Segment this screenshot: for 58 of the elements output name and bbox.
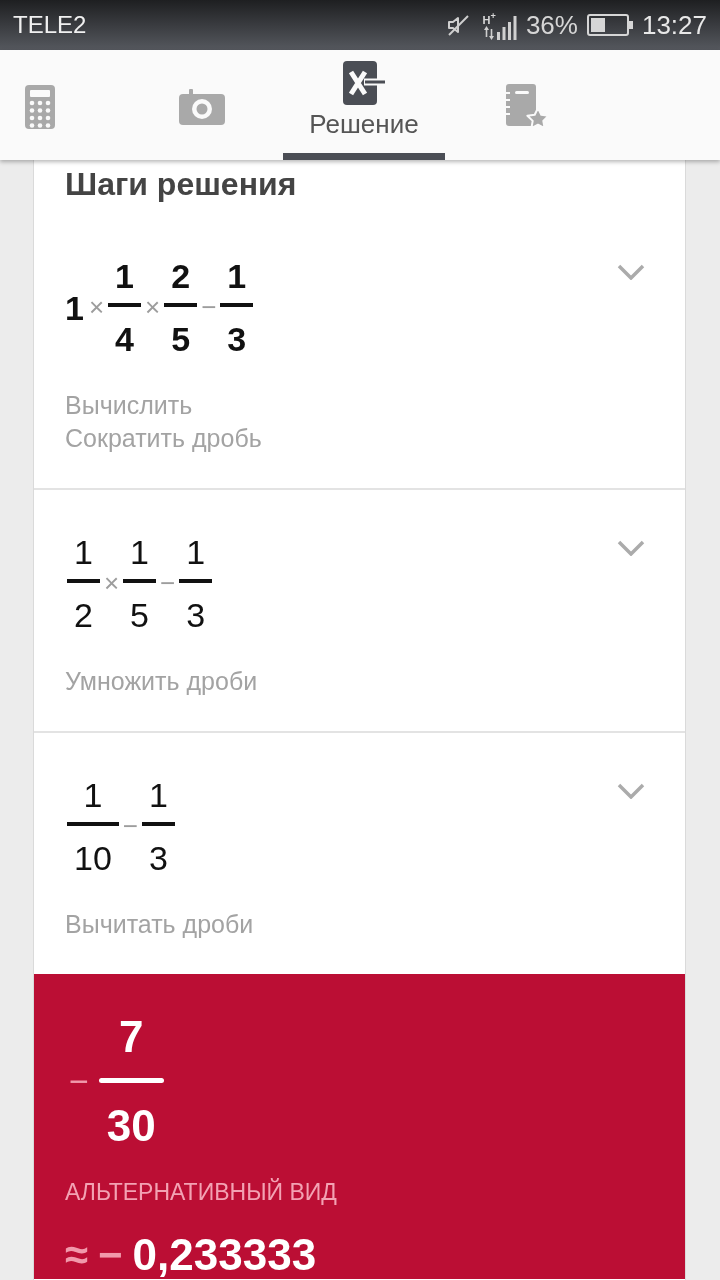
battery-icon	[586, 14, 633, 36]
fraction-bar	[67, 822, 119, 826]
numerator: 1	[74, 532, 93, 573]
fraction-bar	[123, 579, 157, 583]
fraction-bar	[98, 1078, 164, 1083]
fraction-bar	[179, 579, 213, 583]
denominator: 30	[106, 1101, 156, 1151]
approx-symbol: ≈	[65, 1231, 89, 1279]
battery-percent: 36%	[525, 9, 578, 41]
camera-icon	[179, 89, 225, 125]
step-description: Вычислить	[65, 390, 193, 421]
denominator: 3	[227, 319, 247, 360]
denominator: 3	[186, 595, 206, 636]
minus-sign: −	[69, 1062, 89, 1101]
operator: −	[160, 568, 176, 599]
mute-icon	[445, 13, 470, 37]
calculator-icon	[25, 85, 55, 129]
numerator: 2	[171, 256, 191, 297]
numerator: 1	[186, 532, 206, 573]
denominator: 2	[74, 595, 93, 636]
numerator: 1	[227, 256, 247, 297]
denominator: 4	[115, 319, 135, 360]
fraction-bar	[67, 579, 100, 583]
x-square-icon	[343, 60, 385, 105]
fraction-bar	[220, 303, 254, 307]
number: 1	[65, 287, 84, 329]
clock: 13:27	[641, 9, 707, 41]
operator: ×	[88, 292, 105, 323]
operator: ×	[145, 292, 161, 323]
numerator: 1	[130, 532, 150, 573]
fraction-bar	[164, 303, 198, 307]
signal-icon	[496, 16, 517, 40]
data-arrows-icon	[484, 26, 495, 40]
approx-value: 0,233333	[132, 1231, 317, 1279]
numerator: 7	[119, 1012, 144, 1062]
step-description: Сократить дробь	[65, 423, 262, 454]
chevron-down-icon[interactable]	[617, 783, 645, 799]
operator: −	[122, 811, 138, 842]
section-heading: Шаги решения	[65, 165, 297, 204]
numerator: 1	[149, 775, 168, 816]
network-type: H$^{+}$	[482, 10, 496, 26]
fraction-bar	[108, 303, 142, 307]
step-description: Вычитать дроби	[65, 909, 254, 940]
chevron-down-icon[interactable]	[617, 264, 645, 280]
denominator: 3	[149, 838, 168, 879]
numerator: 1	[83, 775, 103, 816]
denominator: 5	[171, 319, 191, 360]
minus-sign: −	[98, 1231, 123, 1279]
chevron-down-icon[interactable]	[617, 540, 645, 556]
alternative-form-label: АЛЬТЕРНАТИВНЫЙ ВИД	[65, 1179, 337, 1205]
operator: ×	[103, 568, 120, 599]
carrier-name: TELE2	[13, 11, 87, 39]
numerator: 1	[115, 256, 135, 297]
denominator: 5	[130, 595, 150, 636]
denominator: 10	[74, 838, 112, 879]
operator: −	[201, 292, 217, 323]
step-description: Умножить дроби	[65, 666, 258, 697]
fraction-bar	[142, 822, 175, 826]
